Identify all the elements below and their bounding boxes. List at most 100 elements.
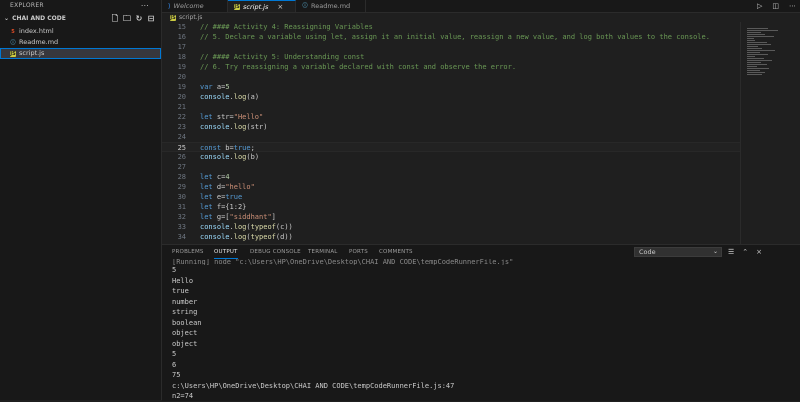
code-line[interactable]: 24: [162, 132, 740, 142]
code-line[interactable]: 30 let e=true: [162, 192, 740, 202]
code-line[interactable]: 16 // 5. Declare a variable using let, as…: [162, 32, 740, 42]
line-number: 19: [177, 63, 186, 71]
code-line[interactable]: 26 console.log(b): [162, 152, 740, 162]
minimap[interactable]: [740, 22, 800, 244]
code-text: // 6. Try reassigning a variable declare…: [200, 63, 517, 71]
js-file-icon: JS: [234, 3, 240, 10]
output-line: string: [172, 308, 198, 316]
workspace-folder[interactable]: ⌄ CHAI AND CODE 🗋 🗀 ↻ ⊟: [0, 12, 161, 26]
output-line: 6: [172, 360, 177, 369]
file-item-index-html[interactable]: 5 index.html: [0, 26, 161, 37]
split-editor-icon[interactable]: ◫: [772, 2, 779, 10]
line-number: 27: [177, 163, 186, 171]
minimap-line: [747, 32, 761, 33]
code-text: let g=["siddhant"]: [200, 213, 276, 221]
file-item-script-js[interactable]: JS script.js: [0, 48, 161, 59]
output-line: 5: [172, 266, 177, 274]
code-line[interactable]: 32 let g=["siddhant"]: [162, 212, 740, 222]
output-line: Hello: [172, 276, 194, 285]
js-file-icon: JS: [170, 15, 176, 21]
line-number: 22: [177, 113, 186, 121]
file-item-readme[interactable]: ⓘ Readme.md: [0, 37, 161, 48]
explorer-sidebar: EXPLORER ⋯ ⌄ CHAI AND CODE 🗋 🗀 ↻ ⊟ 5 ind…: [0, 0, 162, 400]
code-line[interactable]: 25 const b=true;: [162, 142, 740, 152]
line-number: 31: [177, 203, 186, 211]
tab-ports[interactable]: PORTS: [349, 245, 368, 259]
code-line[interactable]: 23 console.log(str): [162, 122, 740, 132]
output-line: 5: [172, 350, 177, 358]
code-line[interactable]: 31 let f={1:2}: [162, 202, 740, 212]
chevron-down-icon: ⌄: [4, 15, 10, 22]
line-number: 24: [177, 133, 186, 141]
code-line[interactable]: 19 var a=5: [162, 82, 740, 92]
js-file-icon: JS: [10, 50, 16, 57]
tab-welcome[interactable]: ⟩ Welcome: [162, 0, 228, 12]
run-icon[interactable]: ▷: [757, 2, 762, 10]
minimap-line: [747, 70, 760, 71]
explorer-title: EXPLORER: [10, 2, 44, 9]
workspace-folder-label: CHAI AND CODE: [12, 15, 66, 22]
file-label: index.html: [19, 27, 54, 35]
code-text: console.log(typeof(d)): [200, 233, 293, 241]
tab-problems[interactable]: PROBLEMS: [172, 245, 204, 259]
tab-terminal[interactable]: TERMINAL: [308, 245, 338, 259]
vscode-logo-icon: ⟩: [168, 2, 171, 10]
tab-readme[interactable]: ⓘ Readme.md: [296, 0, 366, 12]
output-line: c:\Users\HP\OneDrive\Desktop\CHAI AND CO…: [172, 381, 455, 390]
clear-output-icon[interactable]: ☰: [728, 248, 734, 256]
code-line[interactable]: 17: [162, 42, 740, 52]
tab-output[interactable]: OUTPUT: [214, 245, 238, 259]
output-line: object: [172, 339, 198, 348]
code-line[interactable]: 21: [162, 102, 740, 112]
code-line[interactable]: 20: [162, 72, 740, 82]
code-text: console.log(b): [200, 153, 260, 161]
close-icon[interactable]: ×: [756, 248, 762, 256]
code-editor[interactable]: 15 // #### Activity 4: Reassigning Variab…: [162, 22, 740, 244]
code-line[interactable]: 29 let d="hello": [162, 182, 740, 192]
maximize-panel-icon[interactable]: ⌃: [742, 248, 748, 256]
output-channel-select[interactable]: Code ⌄: [634, 247, 722, 257]
code-line[interactable]: 15 // #### Activity 4: Reassigning Variab…: [162, 22, 740, 32]
code-text: // #### Activity 5: Understanding const: [200, 53, 365, 61]
line-number: 34: [177, 233, 186, 241]
line-number: 17: [177, 43, 186, 51]
code-line[interactable]: 18 // #### Activity 5: Understanding cons…: [162, 52, 740, 62]
editor-actions: ▷ ◫ ⋯: [757, 0, 796, 12]
code-text: let d="hello": [200, 183, 255, 191]
new-folder-icon[interactable]: 🗀: [123, 15, 131, 23]
line-number: 30: [177, 193, 186, 201]
code-line[interactable]: 28 let c=4: [162, 172, 740, 182]
more-actions-icon[interactable]: ⋯: [141, 0, 149, 12]
code-line[interactable]: 22 let str="Hello": [162, 112, 740, 122]
line-number: 33: [177, 223, 186, 231]
refresh-icon[interactable]: ↻: [135, 15, 143, 23]
more-actions-icon[interactable]: ⋯: [789, 2, 796, 10]
tab-comments[interactable]: COMMENTS: [379, 245, 413, 259]
minimap-line: [747, 56, 756, 57]
tab-debug-console[interactable]: DEBUG CONSOLE: [250, 245, 301, 259]
line-number: 16: [177, 33, 186, 41]
output-line: true: [172, 287, 189, 295]
minimap-line: [747, 62, 761, 63]
new-file-icon[interactable]: 🗋: [111, 15, 119, 23]
code-line[interactable]: 20 console.log(a): [162, 92, 740, 102]
tab-script-js[interactable]: JS script.js ×: [228, 0, 296, 12]
code-text: let f={1:2}: [200, 203, 247, 211]
close-icon[interactable]: ×: [277, 1, 283, 13]
code-line[interactable]: 34 console.log(typeof(d)): [162, 232, 740, 242]
tab-label: Readme.md: [311, 2, 351, 10]
minimap-line: [747, 48, 763, 49]
folder-actions: 🗋 🗀 ↻ ⊟: [111, 12, 155, 26]
minimap-line: [747, 64, 767, 65]
minimap-line: [747, 60, 773, 61]
file-label: script.js: [19, 49, 45, 57]
minimap-line: [747, 66, 757, 67]
code-line[interactable]: 27: [162, 162, 740, 172]
code-line[interactable]: 33 console.log(typeof(c)): [162, 222, 740, 232]
minimap-line: [747, 74, 763, 75]
collapse-all-icon[interactable]: ⊟: [147, 15, 155, 23]
minimap-line: [747, 68, 770, 69]
minimap-line: [747, 52, 760, 53]
output-log[interactable]: [Running] node "c:\Users\HP\OneDrive\Des…: [172, 259, 792, 402]
code-line[interactable]: 19 // 6. Try reassigning a variable decla…: [162, 62, 740, 72]
